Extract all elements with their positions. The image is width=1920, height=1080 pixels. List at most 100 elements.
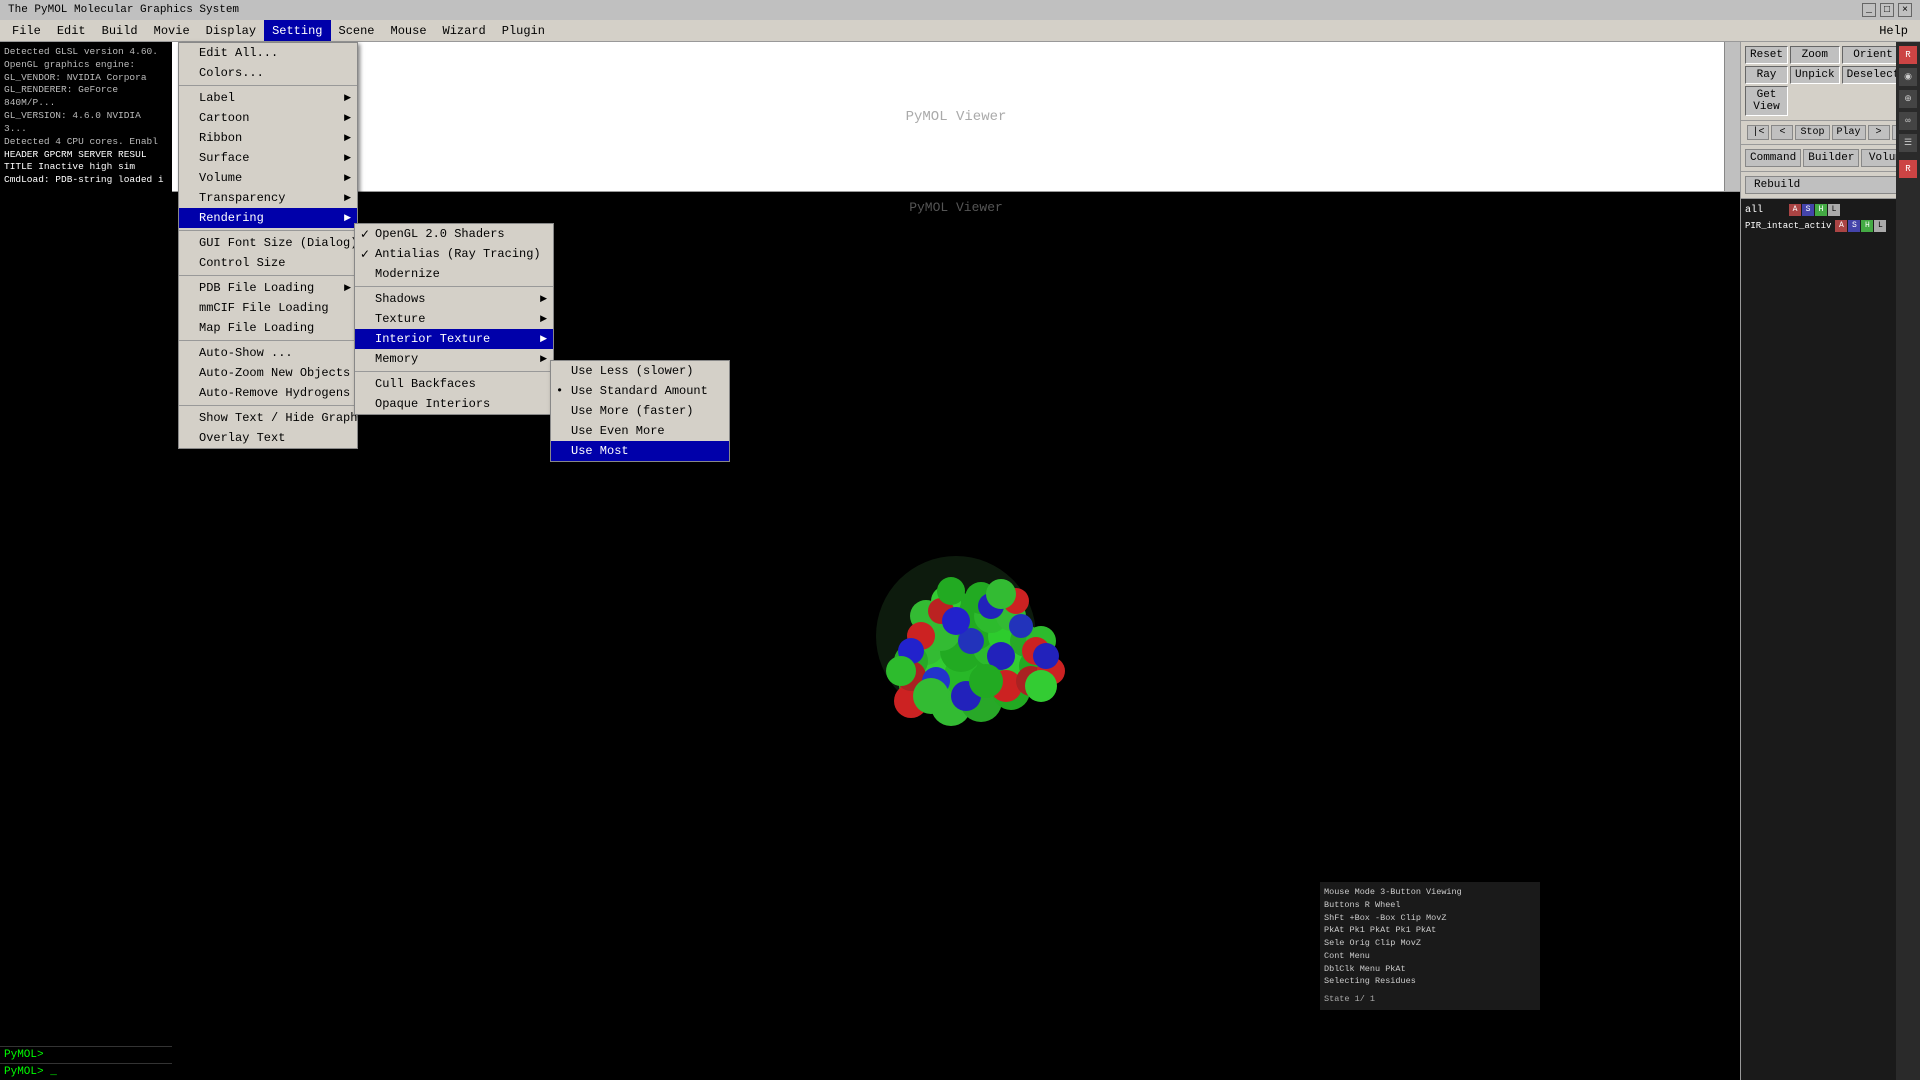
menu-opaque-interiors[interactable]: Opaque Interiors	[355, 394, 553, 414]
unpick-button[interactable]: Unpick	[1790, 66, 1840, 84]
obj-all-A[interactable]: A	[1789, 204, 1801, 216]
menu-memory[interactable]: Memory	[355, 349, 553, 369]
sep1	[179, 85, 357, 86]
menu-movie[interactable]: Movie	[146, 20, 198, 41]
minimize-button[interactable]: _	[1862, 3, 1876, 17]
console-output: Detected GLSL version 4.60. OpenGL graph…	[0, 42, 172, 1046]
menu-opengl-shaders[interactable]: OpenGL 2.0 Shaders	[355, 224, 553, 244]
obj-pir-A[interactable]: A	[1835, 220, 1847, 232]
menu-setting[interactable]: Setting	[264, 20, 330, 41]
sep2	[179, 230, 357, 231]
close-button[interactable]: ×	[1898, 3, 1912, 17]
molecule-display	[766, 486, 1146, 786]
object-all-controls: A S H L	[1789, 204, 1840, 216]
right-icons: R ◉ ⊕ ∞ ☰ R	[1896, 42, 1920, 1080]
obj-pir-H[interactable]: H	[1861, 220, 1873, 232]
menu-label[interactable]: Label	[179, 88, 357, 108]
obj-all-L[interactable]: L	[1828, 204, 1840, 216]
playback-row: |< < Stop Play > >|	[1741, 121, 1920, 145]
icon-1[interactable]: R	[1899, 46, 1917, 64]
menu-mmcif-loading[interactable]: mmCIF File Loading	[179, 298, 357, 318]
obj-all-S[interactable]: S	[1802, 204, 1814, 216]
menu-shadows[interactable]: Shadows	[355, 289, 553, 309]
obj-pir-L[interactable]: L	[1874, 220, 1886, 232]
icon-4[interactable]: ∞	[1899, 112, 1917, 130]
ray-button[interactable]: Ray	[1745, 66, 1788, 84]
menu-edit[interactable]: Edit	[49, 20, 94, 41]
mol-viewer-label: PyMOL Viewer	[909, 200, 1003, 215]
rebuild-button[interactable]: Rebuild	[1745, 176, 1916, 194]
menu-auto-show[interactable]: Auto-Show ...	[179, 343, 357, 363]
reset-button[interactable]: Reset	[1745, 46, 1788, 64]
menu-scene[interactable]: Scene	[331, 20, 383, 41]
icon-2[interactable]: ◉	[1899, 68, 1917, 86]
menu-cull-backfaces[interactable]: Cull Backfaces	[355, 374, 553, 394]
menu-surface[interactable]: Surface	[179, 148, 357, 168]
menu-plugin[interactable]: Plugin	[494, 20, 553, 41]
mem-use-less[interactable]: Use Less (slower)	[551, 361, 729, 381]
menu-modernize[interactable]: Modernize	[355, 264, 553, 284]
menu-map-loading[interactable]: Map File Loading	[179, 318, 357, 338]
stop-button[interactable]: Stop	[1795, 125, 1829, 140]
command-button[interactable]: Command	[1745, 149, 1801, 167]
object-pir-row: PIR_intact_activ A S H L	[1745, 219, 1916, 233]
console-input: PyMOL>	[0, 1046, 172, 1063]
menu-display[interactable]: Display	[198, 20, 264, 41]
center-area: NX2", state 1. PyMOL Viewer PyMOL Viewer	[172, 42, 1740, 1080]
mem-use-even-more[interactable]: Use Even More	[551, 421, 729, 441]
menu-edit-all[interactable]: Edit All...	[179, 43, 357, 63]
menu-control-size[interactable]: Control Size	[179, 253, 357, 273]
obj-all-H[interactable]: H	[1815, 204, 1827, 216]
menu-help[interactable]: Help	[1871, 20, 1916, 41]
setting-dropdown: Edit All... Colors... Label Cartoon Ribb…	[178, 42, 358, 449]
menu-texture[interactable]: Texture	[355, 309, 553, 329]
menu-transparency[interactable]: Transparency	[179, 188, 357, 208]
menu-bar: File Edit Build Movie Display Setting Sc…	[0, 20, 1920, 42]
viewer-label: PyMOL Viewer	[906, 109, 1007, 125]
menu-auto-zoom[interactable]: Auto-Zoom New Objects	[179, 363, 357, 383]
object-list: all A S H L PIR_intact_activ A S H L	[1741, 199, 1920, 1080]
play-start-button[interactable]: |<	[1747, 125, 1769, 140]
menu-cartoon[interactable]: Cartoon	[179, 108, 357, 128]
icon-3[interactable]: ⊕	[1899, 90, 1917, 108]
icon-r[interactable]: R	[1899, 160, 1917, 178]
obj-pir-S[interactable]: S	[1848, 220, 1860, 232]
toolbar-top-buttons: Reset Zoom Orient Draw Ray Unpick Desele…	[1741, 42, 1920, 121]
menu-ribbon[interactable]: Ribbon	[179, 128, 357, 148]
menu-auto-remove[interactable]: Auto-Remove Hydrogens	[179, 383, 357, 403]
menu-show-text[interactable]: Show Text / Hide Graphics [Esc]	[179, 408, 357, 428]
play-prev-button[interactable]: <	[1771, 125, 1793, 140]
rebuild-row: Rebuild	[1741, 172, 1920, 199]
menu-build[interactable]: Build	[94, 20, 146, 41]
rendering-submenu: OpenGL 2.0 Shaders Antialias (Ray Tracin…	[354, 223, 554, 415]
top-viewer-scroll[interactable]	[1724, 42, 1740, 191]
console-prompt: PyMOL>	[4, 1049, 44, 1061]
rsep2	[355, 371, 553, 372]
title-bar: The PyMOL Molecular Graphics System _ □ …	[0, 0, 1920, 20]
menu-antialias[interactable]: Antialias (Ray Tracing)	[355, 244, 553, 264]
mem-use-standard[interactable]: •Use Standard Amount	[551, 381, 729, 401]
menu-rendering[interactable]: Rendering	[179, 208, 357, 228]
menu-pdb-loading[interactable]: PDB File Loading	[179, 278, 357, 298]
play-next-button[interactable]: >	[1868, 125, 1890, 140]
menu-file[interactable]: File	[4, 20, 49, 41]
menu-mouse[interactable]: Mouse	[383, 20, 435, 41]
menu-gui-font[interactable]: GUI Font Size (Dialog)	[179, 233, 357, 253]
sep3	[179, 275, 357, 276]
icon-5[interactable]: ☰	[1899, 134, 1917, 152]
mem-use-more[interactable]: Use More (faster)	[551, 401, 729, 421]
play-button[interactable]: Play	[1832, 125, 1866, 140]
maximize-button[interactable]: □	[1880, 3, 1894, 17]
builder-button[interactable]: Builder	[1803, 149, 1859, 167]
mem-use-most[interactable]: Use Most	[551, 441, 729, 461]
sep4	[179, 340, 357, 341]
zoom-button[interactable]: Zoom	[1790, 46, 1840, 64]
menu-wizard[interactable]: Wizard	[435, 20, 494, 41]
get-view-button[interactable]: Get View	[1745, 86, 1788, 116]
left-panel: Detected GLSL version 4.60. OpenGL graph…	[0, 42, 172, 1080]
menu-overlay[interactable]: Overlay Text	[179, 428, 357, 448]
menu-interior-texture[interactable]: Interior Texture	[355, 329, 553, 349]
sep5	[179, 405, 357, 406]
menu-colors[interactable]: Colors...	[179, 63, 357, 83]
menu-volume[interactable]: Volume	[179, 168, 357, 188]
